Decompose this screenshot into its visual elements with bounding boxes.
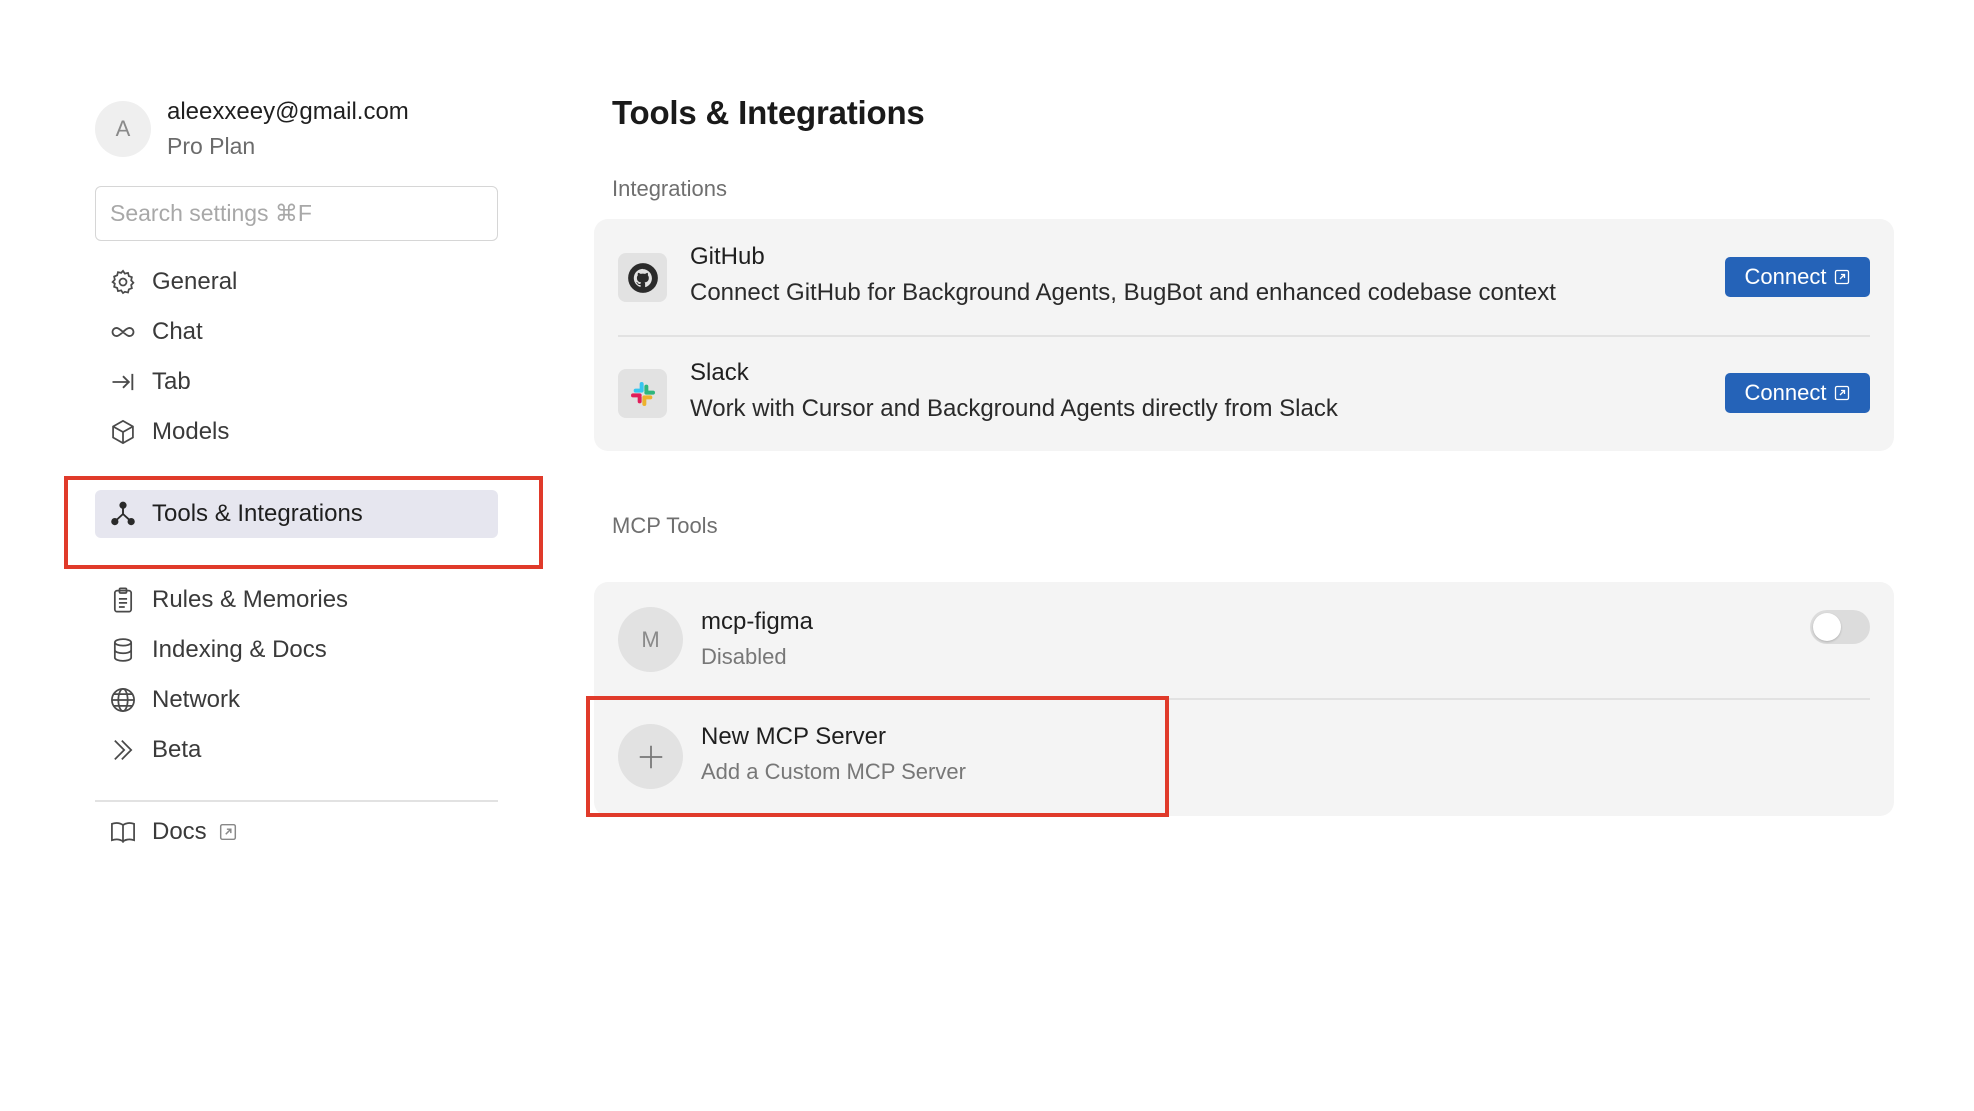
mcp-section-label: MCP Tools xyxy=(612,513,718,538)
sidebar-item-label: Network xyxy=(152,686,241,713)
slack-connect-button[interactable]: Connect xyxy=(1725,373,1870,413)
avatar: A xyxy=(95,101,151,157)
sidebar-item-label: Tab xyxy=(152,368,191,395)
sidebar-item-label: Indexing & Docs xyxy=(152,636,327,663)
sidebar-item-rules-memories[interactable]: Rules & Memories xyxy=(95,576,498,624)
highlight-box-new-mcp xyxy=(586,696,1169,817)
sidebar-item-label: Chat xyxy=(152,318,203,345)
connect-button-label: Connect xyxy=(1744,380,1827,405)
user-plan: Pro Plan xyxy=(167,133,256,159)
sidebar-item-label: Beta xyxy=(152,736,202,763)
cube-icon xyxy=(109,418,137,446)
sidebar-item-chat[interactable]: Chat xyxy=(95,308,498,356)
slack-icon xyxy=(618,369,667,418)
sidebar-item-label: Docs xyxy=(152,818,207,845)
mcp-server-avatar: M xyxy=(618,607,683,672)
integration-description: Work with Cursor and Background Agents d… xyxy=(690,395,1338,422)
user-profile[interactable]: A aleexxeey@gmail.com Pro Plan xyxy=(95,96,409,162)
tab-arrow-icon xyxy=(109,368,137,396)
search-input[interactable]: Search settings ⌘F xyxy=(95,186,498,241)
mcp-server-status: Disabled xyxy=(701,644,787,669)
chevrons-right-icon xyxy=(109,736,137,764)
integrations-card: GitHub Connect GitHub for Background Age… xyxy=(594,219,1894,451)
external-link-icon xyxy=(1835,269,1850,285)
external-link-icon xyxy=(219,823,236,841)
toggle-knob xyxy=(1813,613,1841,641)
clipboard-icon xyxy=(109,586,137,614)
sidebar-divider xyxy=(95,800,498,802)
user-email: aleexxeey@gmail.com xyxy=(167,98,409,125)
sidebar-item-label: General xyxy=(152,268,238,295)
sidebar-item-docs[interactable]: Docs xyxy=(95,808,498,856)
sidebar-item-tab[interactable]: Tab xyxy=(95,358,498,406)
mcp-server-row[interactable]: M mcp-figma Disabled xyxy=(594,582,1894,698)
connect-button-label: Connect xyxy=(1744,264,1827,289)
sidebar-item-label: Rules & Memories xyxy=(152,586,349,613)
infinity-icon xyxy=(109,318,137,346)
sidebar-item-general[interactable]: General xyxy=(95,258,498,306)
integrations-section-label: Integrations xyxy=(612,176,727,201)
page-title: Tools & Integrations xyxy=(612,94,925,131)
settings-window: A aleexxeey@gmail.com Pro Plan Search se… xyxy=(0,0,1974,1111)
integration-row-slack: Slack Work with Cursor and Background Ag… xyxy=(594,335,1894,451)
book-icon xyxy=(109,818,137,846)
integration-name: GitHub xyxy=(690,243,765,270)
globe-icon xyxy=(109,686,137,714)
sidebar-item-indexing-docs[interactable]: Indexing & Docs xyxy=(95,626,498,674)
highlight-box-nav xyxy=(64,476,543,569)
sidebar-item-label: Models xyxy=(152,418,230,445)
sidebar-item-models[interactable]: Models xyxy=(95,408,498,456)
integration-name: Slack xyxy=(690,359,749,386)
external-link-icon xyxy=(1835,385,1850,401)
integration-row-github: GitHub Connect GitHub for Background Age… xyxy=(594,219,1894,335)
database-icon xyxy=(109,636,137,664)
sidebar-item-beta[interactable]: Beta xyxy=(95,726,498,774)
github-icon xyxy=(618,253,667,302)
mcp-server-name: mcp-figma xyxy=(701,608,814,635)
github-connect-button[interactable]: Connect xyxy=(1725,257,1870,297)
mcp-server-toggle[interactable] xyxy=(1810,610,1870,644)
integration-description: Connect GitHub for Background Agents, Bu… xyxy=(690,279,1556,306)
sidebar-item-network[interactable]: Network xyxy=(95,676,498,724)
gear-icon xyxy=(109,268,137,296)
